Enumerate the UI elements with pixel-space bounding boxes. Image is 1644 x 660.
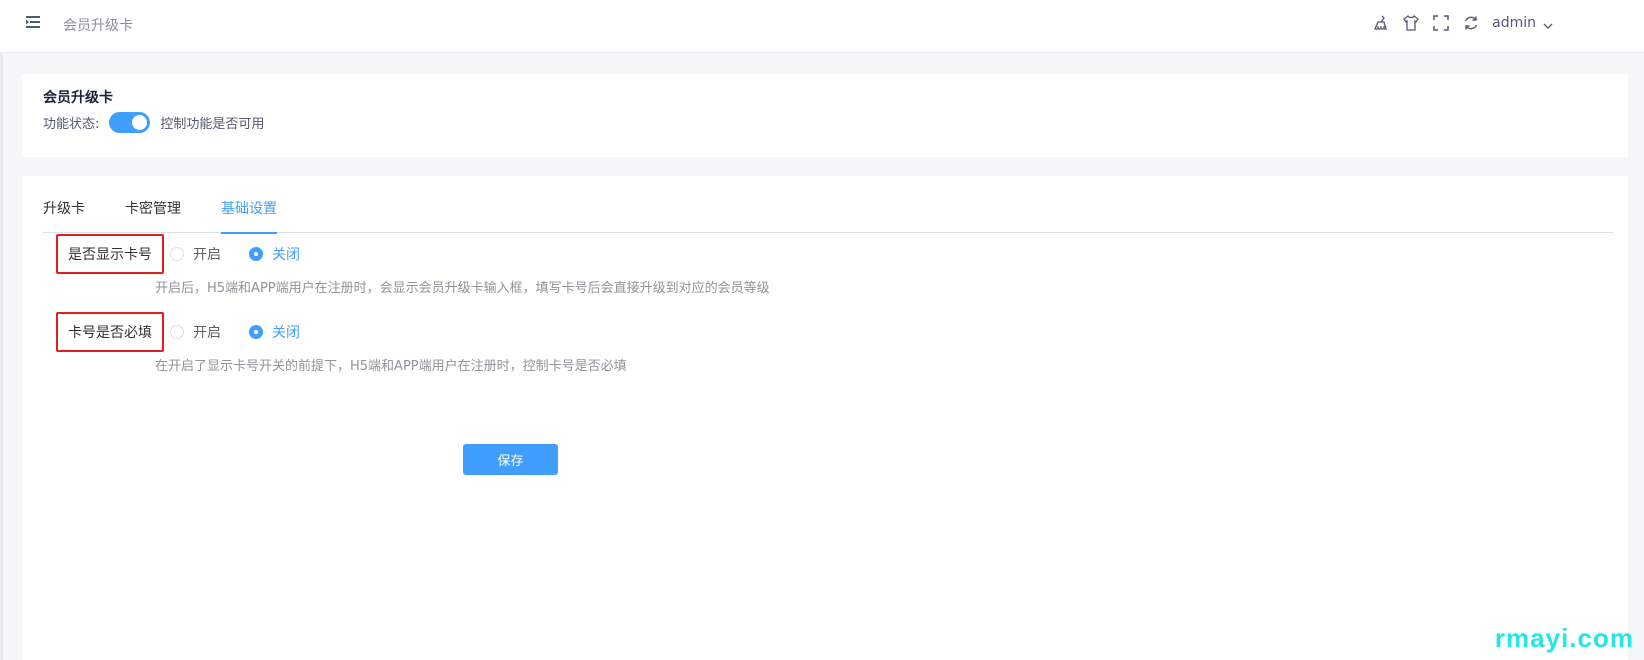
tab-upgrade-card[interactable]: 升级卡 bbox=[43, 198, 85, 233]
radio-circle bbox=[249, 247, 263, 261]
tab-basic-settings[interactable]: 基础设置 bbox=[221, 198, 277, 234]
show-card-number-label: 是否显示卡号 bbox=[56, 234, 164, 274]
card-number-required-on-radio[interactable]: 开启 bbox=[170, 322, 221, 342]
form-row-card-number-required: 卡号是否必填 开启 关闭 bbox=[56, 312, 328, 352]
chevron-down-icon[interactable] bbox=[1542, 17, 1554, 29]
tab-card-secret[interactable]: 卡密管理 bbox=[125, 198, 181, 233]
card-number-required-label: 卡号是否必填 bbox=[56, 312, 164, 352]
toggle-knob bbox=[132, 115, 148, 130]
tshirt-icon[interactable] bbox=[1402, 14, 1420, 32]
status-label: 功能状态: bbox=[43, 117, 100, 132]
status-hint: 控制功能是否可用 bbox=[160, 117, 265, 132]
show-card-number-hint: 开启后，H5端和APP端用户在注册时，会显示会员升级卡输入框，填写卡号后会直接升… bbox=[155, 281, 770, 296]
settings-card: 升级卡 卡密管理 基础设置 是否显示卡号 开启 关闭 开启后，H5端和APP端用… bbox=[22, 176, 1628, 660]
feature-status-card: 会员升级卡 功能状态: 控制功能是否可用 bbox=[22, 74, 1628, 157]
save-button[interactable]: 保存 bbox=[463, 444, 558, 475]
clean-icon[interactable] bbox=[1372, 14, 1390, 32]
feature-toggle[interactable] bbox=[109, 112, 151, 133]
card-number-required-off-radio[interactable]: 关闭 bbox=[249, 322, 300, 342]
form-row-show-card-number: 是否显示卡号 开启 关闭 bbox=[56, 234, 328, 274]
username[interactable]: admin bbox=[1492, 15, 1536, 31]
radio-circle bbox=[170, 325, 184, 339]
radio-label: 关闭 bbox=[272, 325, 300, 341]
fullscreen-icon[interactable] bbox=[1432, 14, 1450, 32]
show-card-number-off-radio[interactable]: 关闭 bbox=[249, 244, 300, 264]
radio-label: 开启 bbox=[193, 325, 221, 341]
top-header: 会员升级卡 admin bbox=[0, 0, 1644, 53]
radio-label: 关闭 bbox=[272, 247, 300, 263]
radio-label: 开启 bbox=[193, 247, 221, 263]
card-number-required-radio-group: 开启 关闭 bbox=[170, 322, 328, 342]
left-edge bbox=[0, 0, 3, 660]
tab-bar: 升级卡 卡密管理 基础设置 bbox=[43, 198, 1613, 234]
watermark: rmayi.com bbox=[1494, 623, 1634, 653]
show-card-number-radio-group: 开启 关闭 bbox=[170, 244, 328, 264]
refresh-icon[interactable] bbox=[1462, 14, 1480, 32]
status-row: 功能状态: 控制功能是否可用 bbox=[43, 112, 264, 133]
header-actions: admin bbox=[1372, 12, 1554, 34]
radio-circle bbox=[249, 325, 263, 339]
radio-circle bbox=[170, 247, 184, 261]
breadcrumb-title: 会员升级卡 bbox=[63, 18, 133, 34]
show-card-number-on-radio[interactable]: 开启 bbox=[170, 244, 221, 264]
menu-toggle-icon[interactable] bbox=[25, 14, 41, 30]
card-title: 会员升级卡 bbox=[43, 90, 113, 106]
card-number-required-hint: 在开启了显示卡号开关的前提下，H5端和APP端用户在注册时，控制卡号是否必填 bbox=[155, 359, 627, 374]
